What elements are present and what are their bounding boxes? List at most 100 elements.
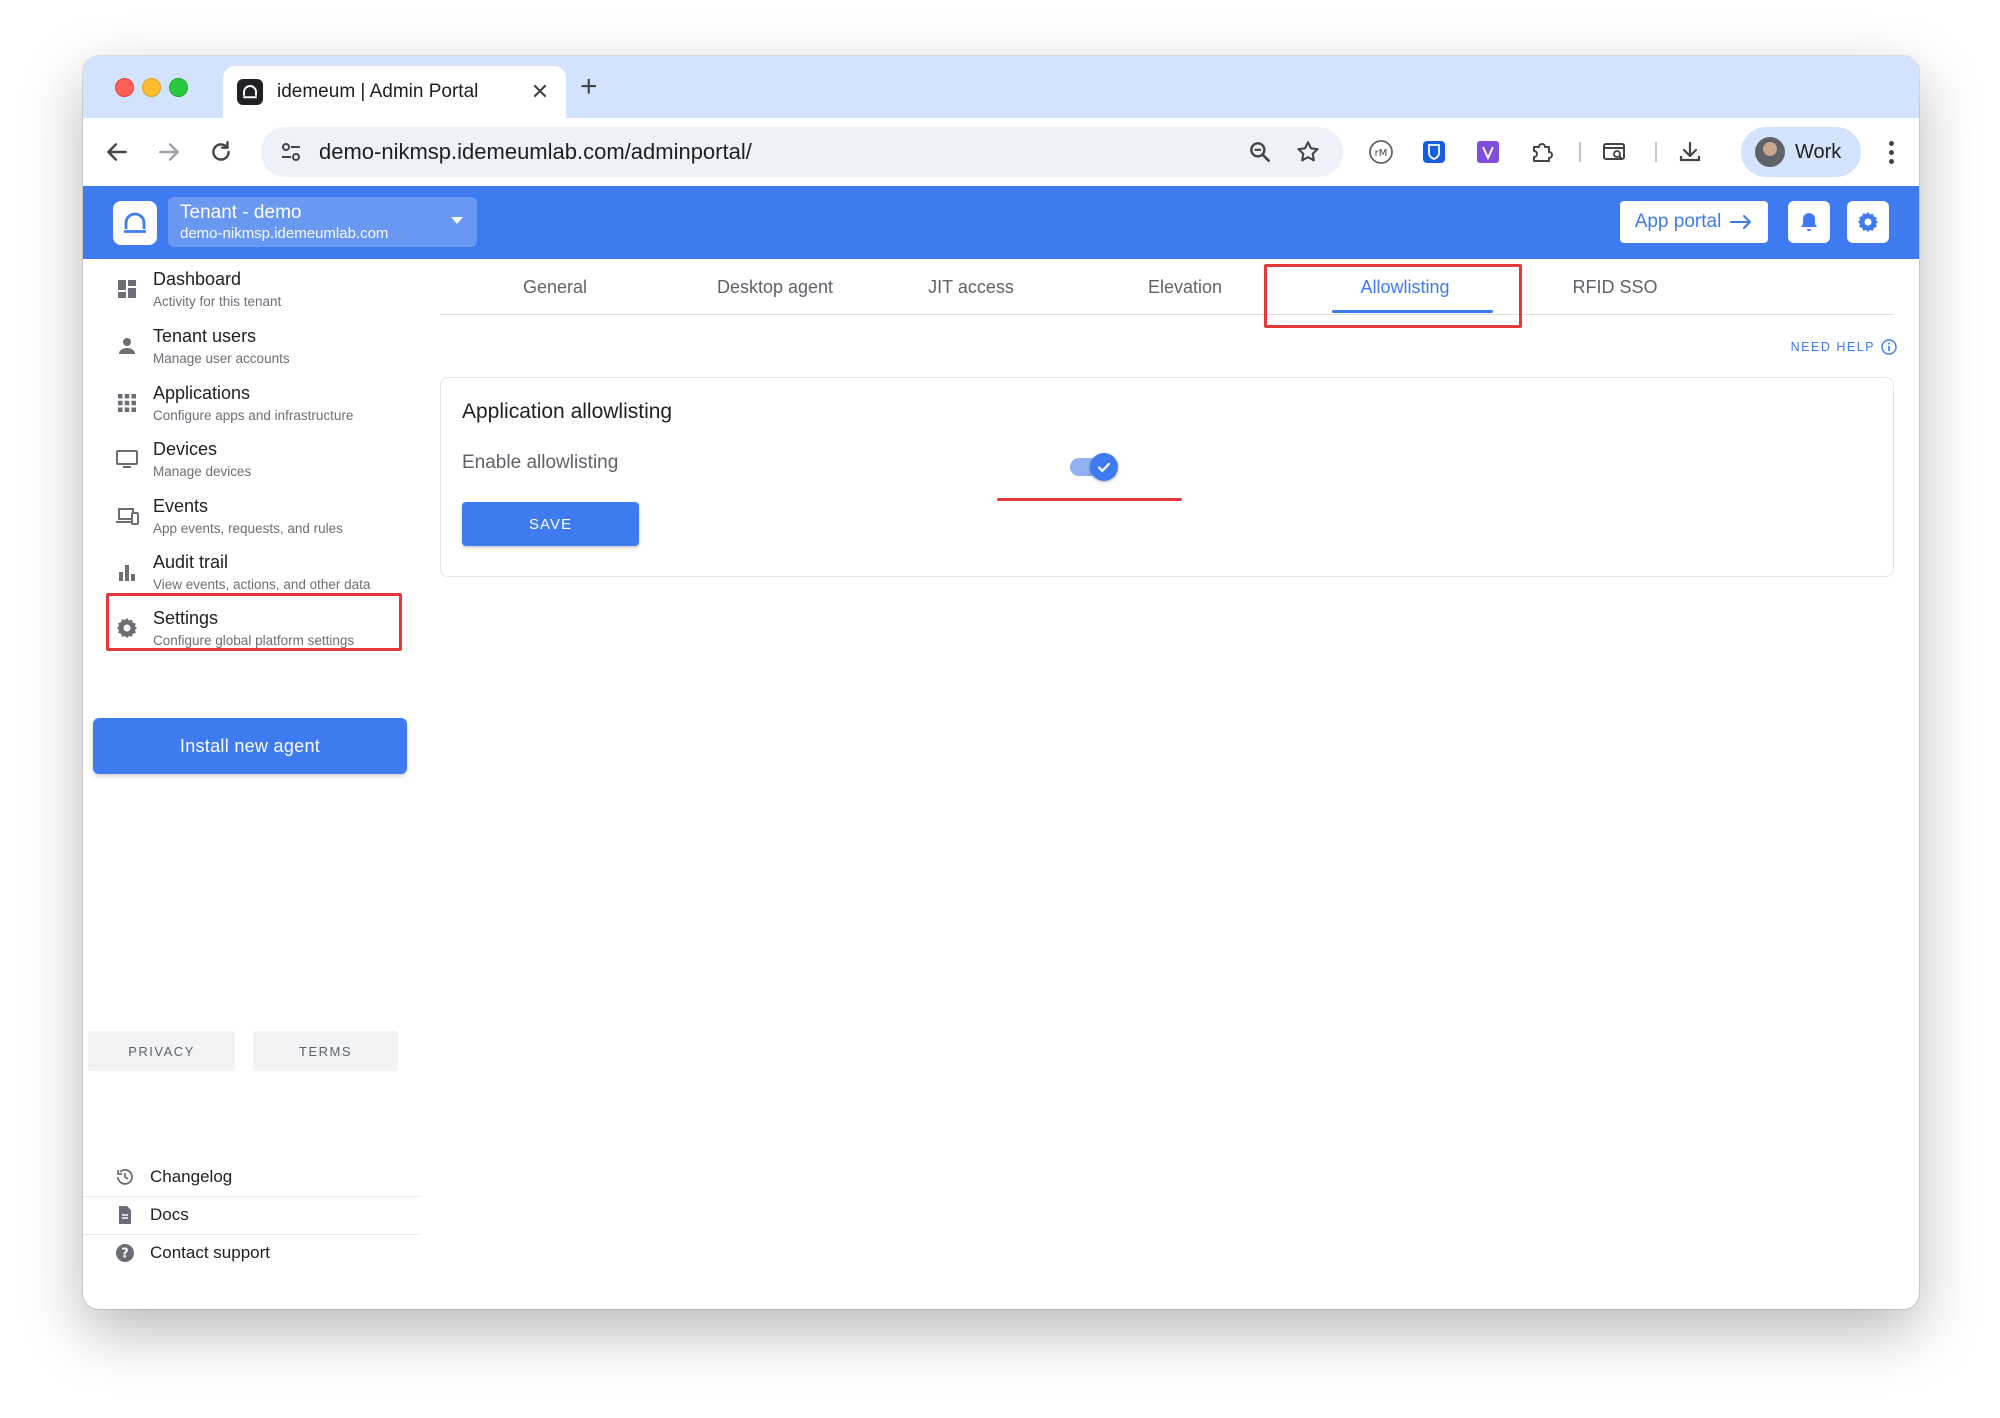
sidebar-item-subtitle: View events, actions, and other data [153, 577, 371, 592]
footer-label: Contact support [150, 1243, 271, 1262]
need-help-label: NEED HELP [1790, 340, 1875, 354]
reload-button[interactable] [205, 136, 237, 168]
devices-icon [115, 504, 139, 528]
footer-label: Docs [150, 1205, 189, 1224]
help-icon: ? [115, 1243, 135, 1263]
profile-name: Work [1795, 140, 1842, 163]
sidebar-item-devices[interactable]: Devices Manage devices [83, 433, 419, 489]
sidebar-item-subtitle: Activity for this tenant [153, 294, 282, 309]
svg-text:rM: rM [1375, 148, 1388, 159]
extension-rm-icon[interactable]: rM [1367, 138, 1395, 166]
privacy-link[interactable]: PRIVACY [88, 1031, 235, 1071]
minimize-window-button[interactable] [142, 78, 161, 97]
tab-title: idemeum | Admin Portal [277, 81, 479, 102]
checkmark-icon [1097, 462, 1111, 472]
main-content: General Desktop agent JIT access Elevati… [419, 259, 1919, 1309]
idemeum-favicon-icon [237, 79, 263, 105]
forward-arrow-icon [159, 143, 179, 161]
sidebar-item-subtitle: Manage devices [153, 464, 252, 479]
settings-tabs: General Desktop agent JIT access Elevati… [440, 259, 1894, 315]
app-portal-label: App portal [1634, 211, 1722, 232]
gear-icon [1858, 212, 1878, 232]
sidebar-item-subtitle: App events, requests, and rules [153, 521, 343, 536]
bitwarden-shield-icon[interactable] [1420, 138, 1448, 166]
footer-label: Changelog [150, 1167, 233, 1186]
toggle-knob [1090, 453, 1118, 481]
sidebar-item-tenant-users[interactable]: Tenant users Manage user accounts [83, 320, 419, 376]
close-window-button[interactable] [115, 78, 134, 97]
allowlisting-card: Application allowlisting Enable allowlis… [440, 377, 1894, 577]
sidebar-item-subtitle: Configure apps and infrastructure [153, 408, 354, 423]
forward-button[interactable] [153, 136, 185, 168]
app-portal-button[interactable]: App portal [1620, 201, 1768, 243]
app-header: Tenant - demo demo-nikmsp.idemeumlab.com… [83, 186, 1919, 259]
tab-general[interactable]: General [490, 259, 620, 315]
bell-icon [1801, 213, 1817, 231]
sidebar-item-label: Dashboard [153, 269, 242, 289]
apps-grid-icon [115, 391, 139, 415]
browser-toolbar: demo-nikmsp.idemeumlab.com/adminportal/ … [83, 118, 1919, 186]
allowlisting-tab-highlight [1264, 264, 1522, 328]
toggle-underline-highlight [997, 498, 1182, 501]
need-help-link[interactable]: NEED HELP [1791, 339, 1897, 355]
address-bar[interactable]: demo-nikmsp.idemeumlab.com/adminportal/ [261, 127, 1343, 177]
bookmark-star-icon[interactable] [1295, 139, 1321, 165]
browser-tab[interactable]: idemeum | Admin Portal ✕ [223, 66, 566, 118]
sidebar-footer-changelog[interactable]: Changelog [83, 1159, 419, 1197]
tab-close-icon[interactable]: ✕ [528, 79, 552, 105]
url-text[interactable]: demo-nikmsp.idemeumlab.com/adminportal/ [319, 139, 1247, 165]
history-icon [115, 1167, 135, 1187]
sidebar-footer-docs[interactable]: Docs [83, 1197, 419, 1235]
tab-search-icon[interactable] [1600, 138, 1628, 166]
sidebar-item-label: Applications [153, 383, 251, 403]
maximize-window-button[interactable] [169, 78, 188, 97]
tab-rfid-sso[interactable]: RFID SSO [1550, 259, 1680, 315]
extensions-puzzle-icon[interactable] [1528, 138, 1556, 166]
sidebar-item-events[interactable]: Events App events, requests, and rules [83, 490, 419, 546]
profile-button[interactable]: Work [1741, 127, 1861, 177]
zoom-icon[interactable] [1247, 139, 1273, 165]
dashboard-icon [115, 277, 139, 301]
back-button[interactable] [101, 136, 133, 168]
tab-desktop-agent[interactable]: Desktop agent [690, 259, 860, 315]
sidebar-footer-contact-support[interactable]: ? Contact support [83, 1235, 419, 1273]
site-settings-icon[interactable] [279, 140, 303, 164]
terms-link[interactable]: TERMS [253, 1031, 398, 1071]
chevron-down-icon [451, 217, 463, 224]
idemeum-logo-icon[interactable] [113, 201, 157, 245]
notifications-button[interactable] [1788, 201, 1830, 243]
browser-window: idemeum | Admin Portal ✕ + demo-nikmsp.i… [83, 56, 1919, 1309]
tab-elevation[interactable]: Elevation [1120, 259, 1250, 315]
sidebar: Dashboard Activity for this tenant Tenan… [83, 259, 419, 1309]
avatar [1755, 137, 1785, 167]
reload-icon [212, 141, 230, 161]
sidebar-item-dashboard[interactable]: Dashboard Activity for this tenant [83, 263, 419, 319]
info-icon [1881, 339, 1897, 355]
save-button[interactable]: SAVE [462, 502, 639, 546]
sidebar-item-label: Tenant users [153, 326, 257, 346]
enable-allowlisting-label: Enable allowlisting [462, 452, 619, 473]
sidebar-item-label: Devices [153, 439, 218, 459]
downloads-icon[interactable] [1676, 138, 1704, 166]
extension-v-icon[interactable] [1474, 138, 1502, 166]
toolbar-separator [1579, 142, 1581, 162]
arrow-right-icon [1730, 215, 1752, 229]
settings-button[interactable] [1847, 201, 1889, 243]
bar-chart-icon [115, 560, 139, 584]
back-arrow-icon [107, 143, 127, 161]
tab-jit-access[interactable]: JIT access [906, 259, 1036, 315]
new-tab-button[interactable]: + [580, 70, 598, 104]
browser-menu-icon[interactable] [1879, 136, 1903, 168]
person-icon [115, 334, 139, 358]
sidebar-item-label: Events [153, 496, 209, 516]
document-icon [115, 1205, 135, 1225]
enable-allowlisting-toggle[interactable] [1068, 452, 1118, 482]
sidebar-item-subtitle: Manage user accounts [153, 351, 290, 366]
sidebar-item-label: Audit trail [153, 552, 229, 572]
tenant-selector[interactable]: Tenant - demo demo-nikmsp.idemeumlab.com [168, 197, 477, 247]
tenant-domain: demo-nikmsp.idemeumlab.com [180, 225, 389, 242]
settings-item-highlight [106, 593, 402, 651]
svg-text:?: ? [121, 1247, 129, 1262]
sidebar-item-applications[interactable]: Applications Configure apps and infrastr… [83, 377, 419, 433]
install-new-agent-button[interactable]: Install new agent [93, 718, 407, 774]
